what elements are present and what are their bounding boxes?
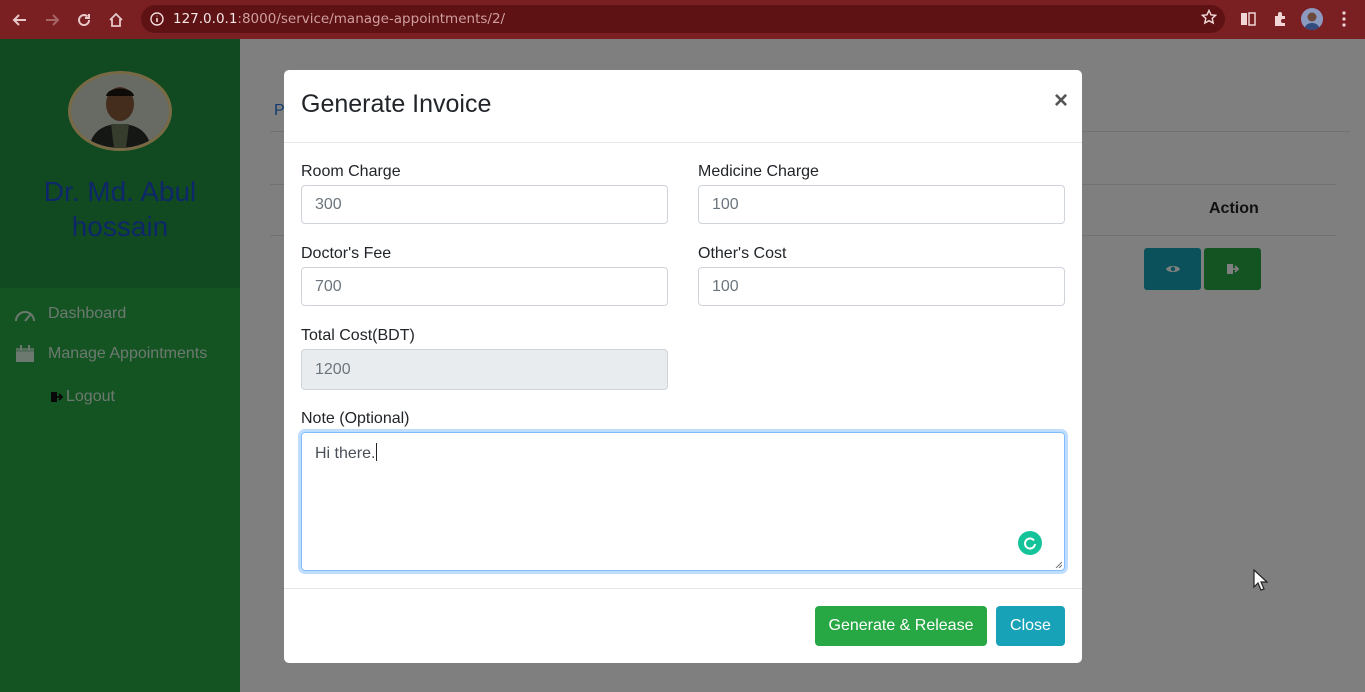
profile-avatar[interactable] xyxy=(1299,4,1325,34)
total-cost-label: Total Cost(BDT) xyxy=(301,327,415,344)
modal-title: Generate Invoice xyxy=(301,90,492,118)
room-charge-label: Room Charge xyxy=(301,163,401,180)
forward-icon[interactable] xyxy=(36,4,68,36)
note-label: Note (Optional) xyxy=(301,410,410,427)
browser-toolbar: 127.0.0.1:8000/service/manage-appointmen… xyxy=(0,0,1365,39)
url-path: :8000/service/manage-appointments/2/ xyxy=(237,11,506,27)
browser-extension-area xyxy=(1235,4,1357,34)
others-cost-label: Other's Cost xyxy=(698,245,787,262)
mouse-cursor-icon xyxy=(1253,569,1269,591)
browser-nav-buttons xyxy=(4,4,136,36)
total-cost-input: 1200 xyxy=(301,349,668,390)
generate-invoice-modal: Generate Invoice × Room Charge 300 Medic… xyxy=(284,70,1082,663)
resize-handle-icon[interactable] xyxy=(1054,560,1062,568)
doctors-fee-label: Doctor's Fee xyxy=(301,245,392,262)
doctors-fee-input[interactable]: 700 xyxy=(301,267,668,306)
medicine-charge-label: Medicine Charge xyxy=(698,163,819,180)
modal-footer: Generate & Release Close xyxy=(284,588,1082,663)
grammarly-icon[interactable] xyxy=(1018,531,1042,555)
note-textarea[interactable]: Hi there. xyxy=(301,432,1065,571)
medicine-charge-input[interactable]: 100 xyxy=(698,185,1065,224)
back-icon[interactable] xyxy=(4,4,36,36)
url-host: 127.0.0.1 xyxy=(173,11,238,27)
others-cost-input[interactable]: 100 xyxy=(698,267,1065,306)
browser-menu-icon[interactable] xyxy=(1331,4,1357,34)
close-icon[interactable]: × xyxy=(1054,87,1068,115)
bookmark-star-icon[interactable] xyxy=(1200,8,1218,30)
reload-icon[interactable] xyxy=(68,4,100,36)
reading-list-icon[interactable] xyxy=(1235,4,1261,34)
address-bar[interactable]: 127.0.0.1:8000/service/manage-appointmen… xyxy=(141,5,1225,33)
modal-header: Generate Invoice × xyxy=(284,70,1082,143)
extensions-puzzle-icon[interactable] xyxy=(1267,4,1293,34)
site-info-icon[interactable] xyxy=(141,12,173,26)
home-icon[interactable] xyxy=(100,4,132,36)
generate-release-button[interactable]: Generate & Release xyxy=(815,606,987,646)
text-caret xyxy=(376,443,378,461)
note-text: Hi there. xyxy=(315,445,376,462)
url-text: 127.0.0.1:8000/service/manage-appointmen… xyxy=(173,11,505,27)
close-button[interactable]: Close xyxy=(996,606,1065,646)
room-charge-input[interactable]: 300 xyxy=(301,185,668,224)
